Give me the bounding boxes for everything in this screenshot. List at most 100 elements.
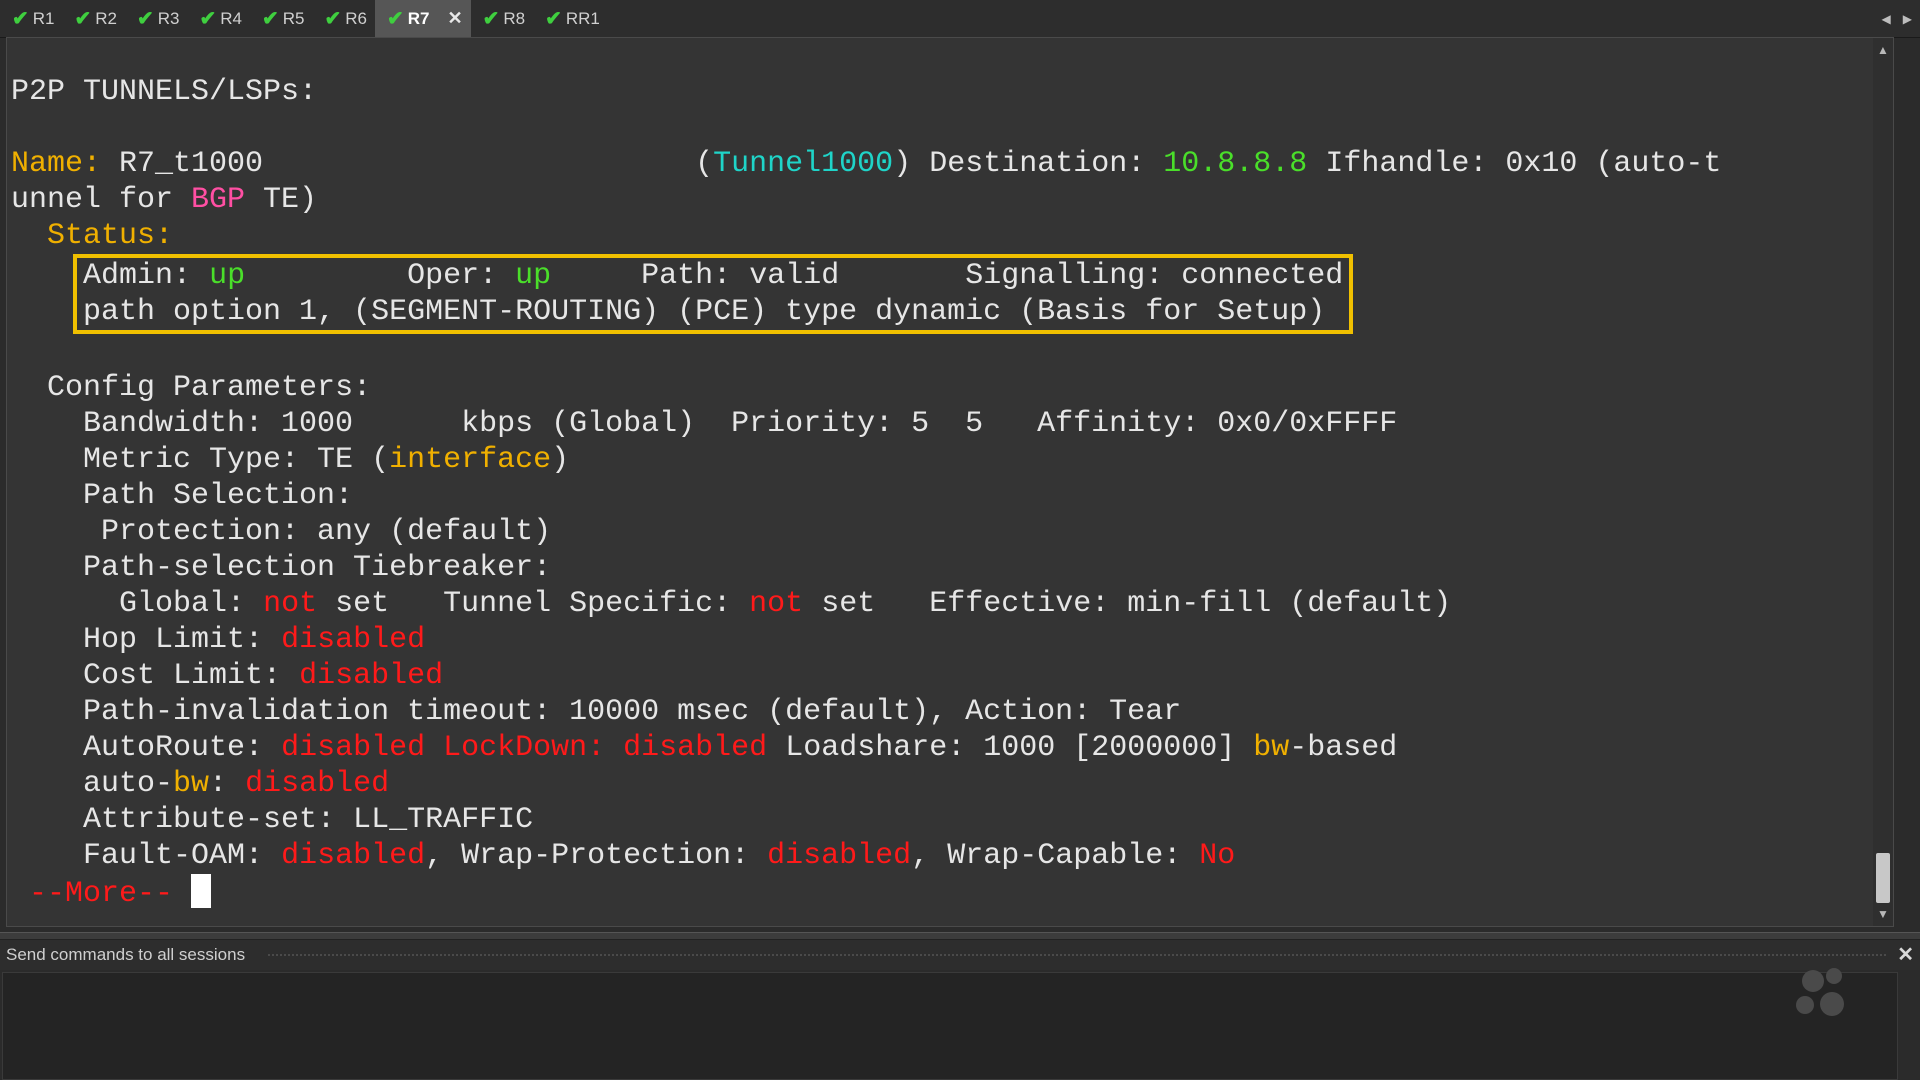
metric-b: ) [551,443,570,477]
check-icon: ✔ [262,8,279,30]
tab-r3[interactable]: ✔ R3 [125,0,188,37]
wrap-capable: , Wrap-Capable: [911,839,1200,873]
path-selection: Path Selection: [83,479,354,513]
close-icon[interactable]: ✕ [1897,942,1914,967]
tab-r2[interactable]: ✔ R2 [63,0,126,37]
disabled-word: disabled [623,731,768,765]
line2-a: unnel for [11,183,192,217]
metric-a: Metric Type: TE ( [83,443,390,477]
autoroute: AutoRoute: [83,731,282,765]
bw-word: bw [173,767,210,801]
tab-r1[interactable]: ✔ R1 [0,0,63,37]
no-word: No [1199,839,1236,873]
pane-splitter[interactable] [0,932,1920,940]
more-prompt: --More-- [29,877,174,911]
cost-limit: Cost Limit: [83,659,300,693]
invalidation: Path-invalidation timeout: 10000 msec (d… [83,695,1182,729]
based-word: -based [1289,731,1398,765]
tab-r4[interactable]: ✔ R4 [188,0,251,37]
text-cursor [191,874,212,908]
tab-label: R5 [282,8,305,28]
protection: Protection: any (default) [101,515,552,549]
disabled-word: disabled [281,731,426,765]
send-commands-input[interactable] [2,972,1898,1080]
tab-label: RR1 [565,8,600,28]
tab-r8[interactable]: ✔ R8 [471,0,534,37]
heading: P2P TUNNELS/LSPs: [11,75,318,109]
tab-label: R3 [157,8,180,28]
name-value: R7_t1000 [119,147,264,181]
check-icon: ✔ [324,8,342,30]
disabled-word: disabled [299,659,444,693]
colon-space: : [209,767,246,801]
fault-oam: Fault-OAM: [83,839,282,873]
destination-label: Destination: [929,147,1146,181]
chevron-left-icon[interactable]: ◀ [1882,12,1891,26]
admin-value: up [209,259,246,293]
send-commands-bar: Send commands to all sessions ✕ [0,940,1920,970]
check-icon: ✔ [482,8,500,30]
send-area-scrollbar[interactable] [1900,972,1920,1080]
ifhandle: Ifhandle: 0x10 (auto-t [1325,147,1722,181]
check-icon: ✔ [545,8,562,30]
auto-word: auto- [83,767,174,801]
admin-label: Admin: [83,259,192,293]
attribute-set: Attribute-set: LL_TRAFFIC [83,803,534,837]
bandwidth-line: Bandwidth: 1000 kbps (Global) Priority: … [83,407,1398,441]
tab-r5[interactable]: ✔ R5 [250,0,313,37]
path-option: path option 1, (SEGMENT-ROUTING) (PCE) t… [83,295,1326,329]
check-icon: ✔ [74,8,92,30]
tab-r6[interactable]: ✔ R6 [313,0,376,37]
scroll-up-icon[interactable]: ▲ [1873,40,1893,60]
bw-word: bw [1253,731,1290,765]
set-word: set [803,587,876,621]
tunnel-specific: Tunnel Specific: [443,587,750,621]
config-label: Config Parameters: [47,371,372,405]
tab-label: R1 [32,8,55,28]
disabled-word: disabled [281,839,426,873]
terminal-window[interactable]: P2P TUNNELS/LSPs: Name: R7_t1000 (Tunnel… [6,37,1894,927]
not-word: not [749,587,804,621]
loadshare: Loadshare: 1000 [2000000] [785,731,1254,765]
destination-value: 10.8.8.8 [1163,147,1308,181]
status-highlight-box: Admin: up Oper: up Path: valid Signallin… [73,254,1354,334]
terminal-scrollbar[interactable]: ▲ ▼ [1873,38,1893,926]
oper-label: Oper: [407,259,498,293]
oper-value: up [515,259,552,293]
tab-label: R8 [503,8,526,28]
send-commands-label: Send commands to all sessions [6,945,246,964]
tab-rr1[interactable]: ✔ RR1 [533,0,608,37]
status-label: Status: [47,219,174,253]
session-tab-bar: ✔ R1 ✔ R2 ✔ R3 ✔ R4 ✔ R5 ✔ R6 ✔ R7 ✕ ✔ R8 ✔ RR1 ◀ … [0,0,1920,38]
disabled-word: disabled [767,839,912,873]
paren: ( [695,147,714,181]
tab-label: R6 [345,8,367,28]
drag-grip [268,954,1886,956]
path-status: Path: valid [641,259,840,293]
check-icon: ✔ [199,8,217,30]
disabled-word: disabled [245,767,390,801]
scroll-down-icon[interactable]: ▼ [1873,904,1893,924]
not-word: not [263,587,318,621]
session-tabs: ✔ R1 ✔ R2 ✔ R3 ✔ R4 ✔ R5 ✔ R6 ✔ R7 ✕ ✔ R8 ✔ RR1 [0,0,608,37]
tab-r7[interactable]: ✔ R7 ✕ [375,0,471,37]
metric-interface: interface [389,443,552,477]
tab-label: R2 [95,8,117,28]
scroll-thumb[interactable] [1876,853,1890,903]
disabled-word: disabled [281,623,426,657]
signalling: Signalling: connected [965,259,1344,293]
chevron-right-icon[interactable]: ▶ [1903,12,1912,26]
set-word: set [317,587,390,621]
close-icon[interactable]: ✕ [448,8,463,29]
check-icon: ✔ [387,8,404,30]
line2-b: TE) [245,183,318,217]
wrap-protection: , Wrap-Protection: [425,839,768,873]
tab-scroll-controls: ◀ ▶ [1882,0,1912,37]
name-label: Name: [11,147,102,181]
tiebreaker: Path-selection Tiebreaker: [83,551,552,585]
hop-limit: Hop Limit: [83,623,282,657]
global-label: Global: [119,587,264,621]
tunnel-name: Tunnel1000 [713,147,894,181]
lockdown: LockDown: [443,731,624,765]
tab-label: R7 [407,8,430,28]
